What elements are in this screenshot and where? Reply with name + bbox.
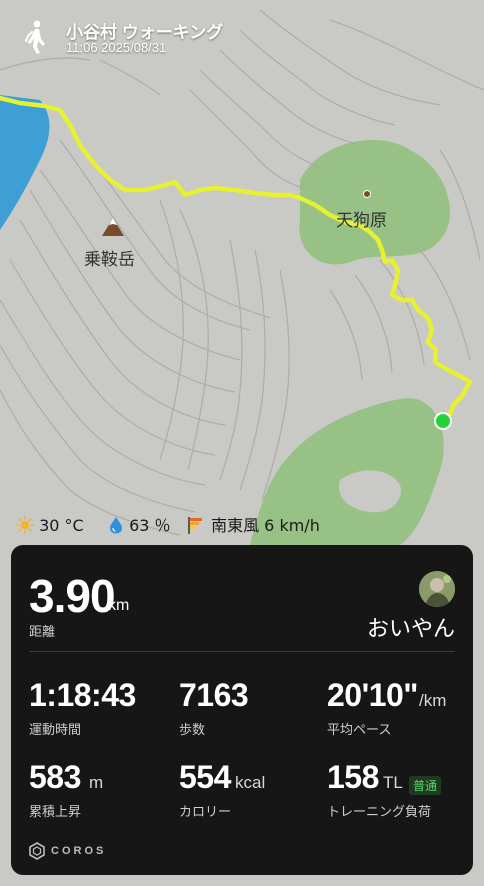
stat-label: 運動時間 — [29, 723, 82, 738]
avatar[interactable] — [419, 571, 455, 607]
divider — [29, 651, 455, 652]
sun-icon — [16, 516, 35, 535]
stat-label: 平均ペース — [327, 723, 392, 738]
stat-label: 歩数 — [179, 723, 206, 738]
stat-value: 158 — [327, 759, 379, 795]
stat-unit: m — [89, 773, 104, 792]
place-label-norikura: 乗鞍岳 — [84, 250, 135, 270]
stat-label: トレーニング負荷 — [327, 805, 432, 820]
username: おいやん — [366, 617, 455, 642]
distance-value: 3.90 — [29, 570, 116, 622]
place-label-tenguhara: 天狗原 — [336, 211, 387, 231]
temperature-value: 30 °C — [39, 516, 84, 535]
wind-item: 南東風 6 km/h — [186, 514, 320, 538]
humidity-item: 63 ％ — [108, 514, 171, 538]
activity-datetime: 11:06 2025/08/31 — [66, 40, 167, 55]
stat-unit: /km — [419, 691, 447, 710]
stat-total-ascent: 583 m 累積上昇 — [29, 759, 169, 821]
route-end-marker — [434, 412, 452, 430]
stat-unit: kcal — [235, 773, 266, 792]
distance-label: 距離 — [29, 624, 56, 639]
stat-moving-time: 1:18:43 運動時間 — [29, 677, 169, 739]
distance-unit: km — [108, 597, 130, 614]
brand-logo: COROS — [29, 841, 106, 861]
stat-value: 7163 — [179, 677, 249, 713]
stat-steps: 7163 歩数 — [179, 677, 319, 739]
wind-flag-icon — [188, 517, 202, 534]
walking-icon — [25, 20, 45, 54]
training-load-badge: 普通 — [409, 776, 442, 795]
stat-training-load: 158 TL 普通 トレーニング負荷 — [327, 759, 467, 821]
weather-row: 30 °C 63 ％ 南東風 6 km/h — [16, 514, 476, 538]
stat-avg-pace: 20'10" /km 平均ペース — [327, 677, 467, 739]
activity-header: 小谷村 ウォーキング 11:06 2025/08/31 — [18, 14, 458, 60]
waypoint-dot-icon — [363, 190, 371, 198]
humidity-value: 63 ％ — [129, 516, 171, 535]
activity-summary-card: 3.90 km 距離 おいやん 1:18:43 運動時間 7163 歩数 20'… — [11, 545, 473, 875]
coros-logo-icon — [29, 842, 45, 860]
stat-value: 20'10" — [327, 677, 418, 713]
water-drop-icon — [110, 517, 122, 534]
stat-value: 1:18:43 — [29, 677, 136, 713]
stat-value: 583 — [29, 759, 81, 795]
stat-label: カロリー — [179, 805, 232, 820]
avatar-photo — [419, 571, 455, 607]
stat-unit: TL — [383, 773, 403, 792]
temperature-item: 30 °C — [16, 514, 84, 538]
stat-label: 累積上昇 — [29, 805, 82, 820]
wind-value: 南東風 6 km/h — [211, 516, 320, 535]
stat-value: 554 — [179, 759, 231, 795]
stat-calories: 554 kcal カロリー — [179, 759, 319, 821]
brand-name: COROS — [51, 845, 107, 857]
